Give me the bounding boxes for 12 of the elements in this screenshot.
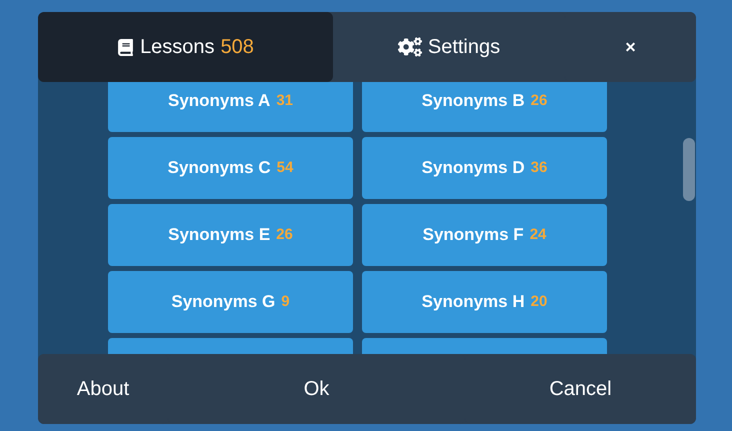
lesson-button[interactable]: Synonyms E 26: [108, 204, 353, 266]
tab[interactable]: Lessons 508: [38, 12, 333, 82]
lesson-button[interactable]: Synonyms D 36: [362, 137, 607, 199]
lesson-button[interactable]: [362, 338, 607, 354]
book-icon: [117, 38, 134, 56]
scrollbar-thumb[interactable]: [683, 138, 695, 201]
lesson-button[interactable]: [108, 338, 353, 354]
lesson-button[interactable]: Synonyms H 20: [362, 271, 607, 333]
gears-icon: [398, 37, 422, 57]
lesson-button[interactable]: Synonyms C 54: [108, 137, 353, 199]
lesson-button[interactable]: Synonyms G 9: [108, 271, 353, 333]
lesson-button[interactable]: Synonyms F 24: [362, 204, 607, 266]
